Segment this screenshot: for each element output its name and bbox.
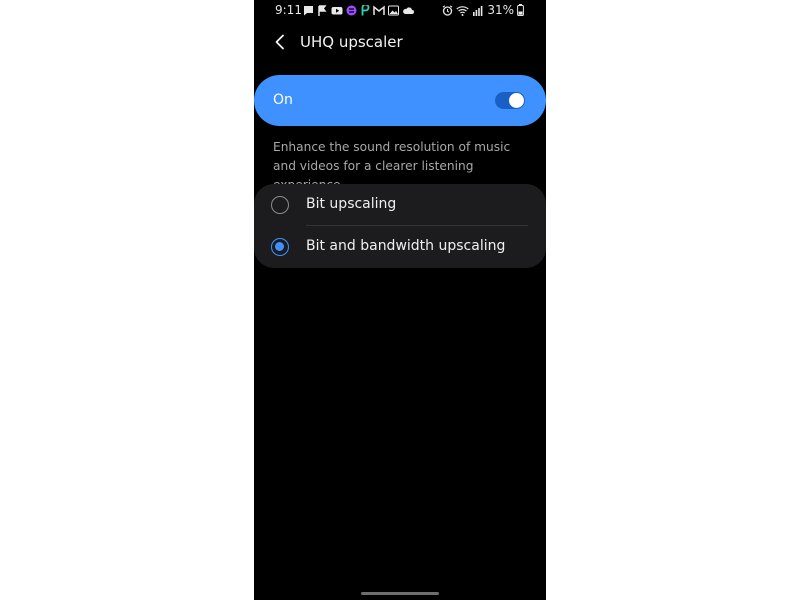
- gallery-icon: [388, 5, 399, 15]
- option-label: Bit upscaling: [306, 196, 397, 212]
- home-indicator[interactable]: [361, 592, 439, 595]
- toggle-knob: [509, 93, 524, 108]
- radio-selected-dot: [275, 242, 284, 251]
- status-time: 9:11: [275, 3, 302, 17]
- message-icon: [304, 5, 313, 15]
- youtube-icon: [331, 6, 343, 14]
- app-header: UHQ upscaler: [254, 26, 546, 60]
- back-chevron-icon: [275, 34, 284, 50]
- radio-bit-upscaling[interactable]: [271, 196, 289, 214]
- page-title: UHQ upscaler: [300, 33, 403, 51]
- option-bit-upscaling[interactable]: Bit upscaling: [254, 184, 546, 226]
- back-button[interactable]: [268, 30, 292, 54]
- wifi-icon: [456, 5, 469, 16]
- radio-bit-and-bandwidth-upscaling[interactable]: [271, 238, 289, 256]
- master-switch-label: On: [273, 92, 293, 108]
- master-switch-bar[interactable]: On: [254, 75, 546, 126]
- gmail-icon: [373, 4, 385, 15]
- battery-percentage: 31%: [487, 3, 514, 17]
- app-icon-purple: [346, 5, 357, 15]
- option-bit-and-bandwidth-upscaling[interactable]: Bit and bandwidth upscaling: [254, 226, 546, 268]
- phone-screen: 9:11 31% UHQ upscaler On Enhance the sou…: [254, 0, 546, 600]
- alarm-icon: [442, 4, 453, 16]
- battery-icon: [517, 4, 524, 16]
- flag-icon: [318, 4, 327, 16]
- system-status-icons: 31%: [442, 4, 524, 16]
- cloud-icon: [403, 6, 414, 14]
- upscaling-options-card: Bit upscaling Bit and bandwidth upscalin…: [254, 184, 546, 268]
- status-bar: 9:11 31%: [254, 0, 546, 20]
- notification-icons: [303, 4, 414, 16]
- signal-icon: [473, 5, 483, 16]
- master-toggle-switch[interactable]: [495, 92, 525, 109]
- option-label: Bit and bandwidth upscaling: [306, 238, 506, 254]
- app-icon-teal: [361, 4, 370, 15]
